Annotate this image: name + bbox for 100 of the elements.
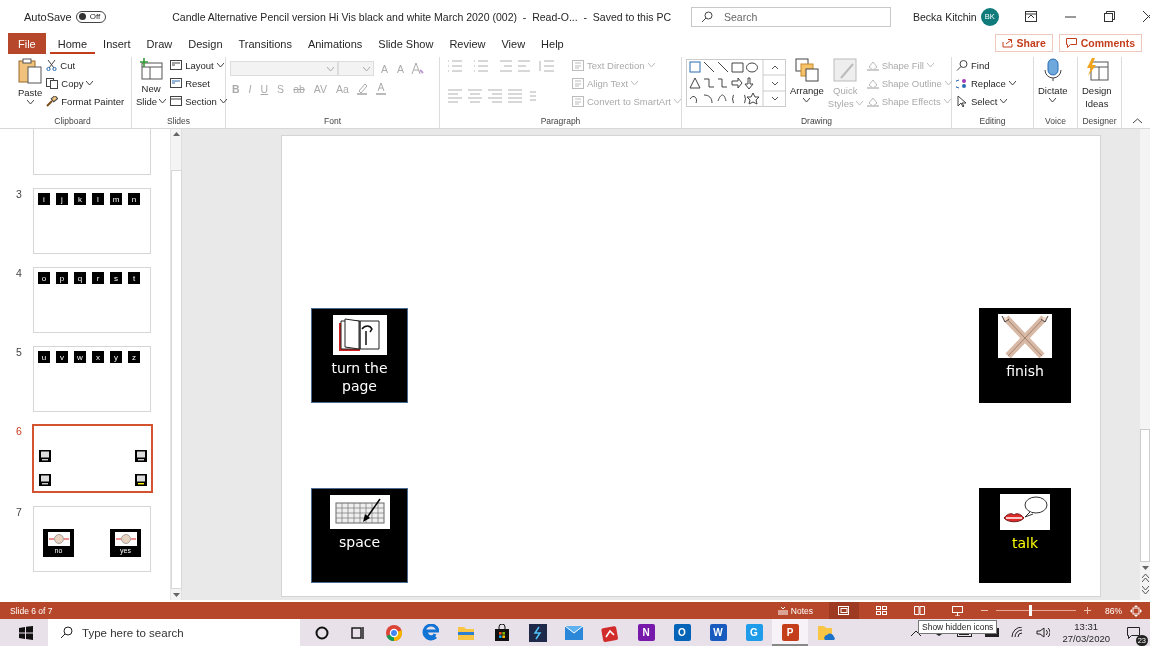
speaker-icon[interactable]: [1036, 627, 1051, 638]
ribbon-tab[interactable]: Draw: [138, 33, 181, 54]
app-icon: G: [745, 624, 763, 641]
shape-effects-icon: [866, 95, 879, 107]
ribbon-tab[interactable]: Home: [49, 33, 96, 54]
circle-icon: [315, 625, 329, 640]
font-color-icon[interactable]: [374, 82, 389, 95]
ribbon-tab[interactable]: Design: [180, 33, 231, 54]
pencil-icon: [866, 77, 879, 89]
cursor-icon: [956, 95, 968, 107]
folder-cloud-icon: [817, 624, 835, 641]
ribbon-tab[interactable]: View: [493, 33, 534, 54]
crossed-arms-icon: [998, 314, 1052, 358]
editing-command[interactable]: Select: [956, 93, 1016, 109]
search-field[interactable]: Search: [691, 6, 892, 27]
taskbar-app[interactable]: O: [664, 619, 700, 646]
ribbon-tab[interactable]: Slide Show: [370, 33, 442, 54]
zoom-out-icon[interactable]: [981, 607, 988, 614]
taskbar-app[interactable]: W: [700, 619, 736, 646]
previous-slide-icon[interactable]: [1141, 574, 1149, 582]
replace-icon: [956, 77, 968, 89]
new-slide-button[interactable]: New Slide: [136, 57, 167, 108]
zoom-slider-thumb[interactable]: [1028, 605, 1032, 616]
file-tab[interactable]: File: [8, 33, 46, 54]
search-icon: [701, 10, 714, 23]
taskbar-app[interactable]: P: [772, 619, 808, 646]
share-button[interactable]: Share: [994, 34, 1053, 52]
slides-command[interactable]: Reset: [170, 75, 227, 91]
arrange-button[interactable]: Arrange: [790, 57, 824, 102]
clock-time[interactable]: 13:31: [1074, 620, 1099, 633]
tooltip: Show hidden icons: [918, 620, 998, 634]
slides-command[interactable]: Layout: [170, 57, 227, 73]
letter-tile: k: [74, 193, 86, 205]
fit-slide-icon[interactable]: [1130, 604, 1142, 617]
letter-tile: n: [128, 193, 140, 205]
slide-thumbnail[interactable]: i j k l m n: [33, 188, 151, 254]
scroll-down-icon[interactable]: [172, 593, 180, 597]
caret-icon: [647, 63, 655, 67]
clipboard-command[interactable]: Format Painter: [46, 93, 125, 109]
caret-icon: [803, 98, 811, 102]
scissors-icon: [46, 59, 58, 71]
taskbar-app[interactable]: N: [628, 619, 664, 646]
symbol-card[interactable]: space: [311, 488, 408, 583]
wifi-icon[interactable]: [1011, 627, 1025, 638]
symbol-card[interactable]: finish: [979, 308, 1071, 403]
scrollbar[interactable]: [1140, 129, 1150, 600]
face-symbol-icon: [47, 532, 70, 546]
caret-icon: [631, 81, 638, 85]
zoom-level[interactable]: 86%: [1105, 605, 1122, 616]
app-icon: O: [673, 624, 691, 641]
close-icon[interactable]: [1142, 11, 1150, 22]
slide-thumbnail[interactable]: o p q r s t: [33, 267, 151, 333]
notes-icon: [777, 606, 788, 615]
editing-command[interactable]: Replace: [956, 75, 1016, 91]
clock-date[interactable]: 27/03/2020: [1062, 632, 1110, 645]
notes-button[interactable]: Notes: [777, 605, 813, 616]
slide-thumbnail[interactable]: [32, 424, 153, 493]
user-name[interactable]: Becka Kitchin: [913, 10, 977, 23]
scrollbar[interactable]: [170, 129, 181, 600]
autosave-label: AutoSave: [24, 10, 72, 23]
clipboard-command[interactable]: Cut: [46, 57, 125, 73]
windows-start-icon[interactable]: [19, 625, 33, 640]
clipboard-command[interactable]: Copy: [46, 75, 125, 91]
letter-tile: i: [38, 193, 50, 205]
dictate-button[interactable]: Dictate: [1038, 57, 1068, 102]
comments-button[interactable]: Comments: [1058, 34, 1142, 52]
ribbon-tab[interactable]: Transitions: [230, 33, 300, 54]
shapes-gallery[interactable]: [686, 59, 786, 107]
slide-thumbnail[interactable]: u v w x y z: [33, 346, 151, 412]
symbol-label: talk: [1010, 534, 1040, 552]
book-icon: [332, 315, 387, 355]
letter-tile: m: [110, 193, 122, 205]
arrange-icon: [794, 58, 819, 82]
paste-button[interactable]: Paste: [18, 57, 43, 104]
ribbon-tab[interactable]: Help: [533, 33, 572, 54]
symbol-label: space: [337, 533, 382, 551]
letter-tile: l: [92, 193, 104, 205]
mail-icon: [565, 625, 583, 640]
restore-icon[interactable]: [1103, 11, 1115, 22]
symbol-card-icon: [135, 450, 147, 462]
next-slide-icon[interactable]: [1141, 586, 1149, 594]
slide-number: 5: [16, 346, 23, 360]
group-label: Clipboard: [53, 116, 92, 128]
ribbon-tab[interactable]: Insert: [95, 33, 139, 54]
collapse-ribbon-icon[interactable]: [1133, 118, 1142, 124]
editing-command[interactable]: Find: [956, 57, 1016, 73]
design-ideas-button[interactable]: Design Ideas: [1082, 57, 1112, 110]
ribbon-tab[interactable]: Animations: [299, 33, 371, 54]
taskbar-search-field[interactable]: Type here to search: [48, 619, 300, 646]
ribbon-display-icon[interactable]: [1024, 11, 1037, 22]
scroll-down-icon[interactable]: [1141, 566, 1149, 570]
view-button[interactable]: [829, 602, 859, 619]
ribbon-tab[interactable]: Review: [441, 33, 494, 54]
document-title[interactable]: Candle Alternative Pencil version Hi Vis black and white March 2020 (002) - Read-O... - Saved to this PC: [172, 10, 672, 23]
zoom-in-icon[interactable]: [1084, 607, 1091, 614]
symbol-card[interactable]: talk: [979, 488, 1071, 583]
scroll-up-icon[interactable]: [172, 132, 180, 136]
slides-command[interactable]: Section: [170, 93, 227, 109]
symbol-card[interactable]: turn the page: [311, 308, 408, 403]
slide-counter: Slide 6 of 7: [10, 605, 53, 616]
